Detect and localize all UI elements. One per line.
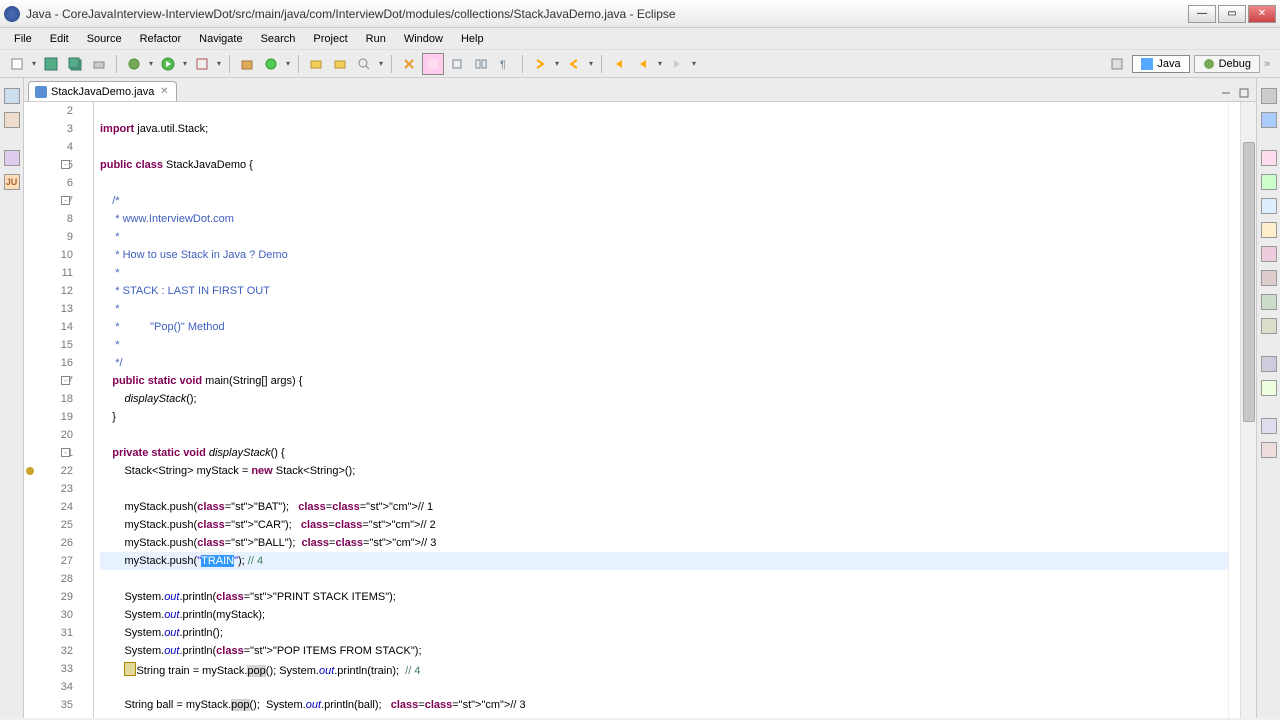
right-trim bbox=[1256, 78, 1280, 718]
toggle-mark-button[interactable] bbox=[398, 53, 420, 75]
minimize-view-icon[interactable] bbox=[1218, 85, 1234, 101]
perspective-more[interactable]: » bbox=[1264, 58, 1274, 70]
problems-icon[interactable] bbox=[1261, 150, 1277, 166]
menu-run[interactable]: Run bbox=[358, 31, 394, 47]
window-controls: — ▭ ✕ bbox=[1188, 5, 1276, 23]
run-last-dropdown[interactable]: ▾ bbox=[215, 59, 223, 68]
debug-perspective[interactable]: Debug bbox=[1194, 55, 1260, 73]
debug-button[interactable] bbox=[123, 53, 145, 75]
open-type-button[interactable] bbox=[305, 53, 327, 75]
code-editor[interactable]: 2345-67-891011121314151617-18192021-2223… bbox=[24, 102, 1256, 718]
prev-annotation-button[interactable] bbox=[563, 53, 585, 75]
run-last-button[interactable] bbox=[191, 53, 213, 75]
editor-tabs: StackJavaDemo.java ✕ bbox=[24, 78, 1256, 102]
outline-icon[interactable] bbox=[1261, 112, 1277, 128]
eclipse-icon bbox=[4, 6, 20, 22]
toggle-block-button[interactable] bbox=[446, 53, 468, 75]
menu-project[interactable]: Project bbox=[305, 31, 355, 47]
forward-dropdown[interactable]: ▾ bbox=[690, 59, 698, 68]
javadoc-icon[interactable] bbox=[1261, 174, 1277, 190]
new-class-dropdown[interactable]: ▾ bbox=[284, 59, 292, 68]
maximize-button[interactable]: ▭ bbox=[1218, 5, 1246, 23]
line-gutter[interactable]: 2345-67-891011121314151617-18192021-2223… bbox=[24, 102, 94, 718]
save-all-button[interactable] bbox=[64, 53, 86, 75]
tab-label: StackJavaDemo.java bbox=[51, 86, 154, 98]
variables-icon[interactable] bbox=[1261, 418, 1277, 434]
open-task-button[interactable] bbox=[329, 53, 351, 75]
editor-area: StackJavaDemo.java ✕ 2345-67-89101112131… bbox=[24, 78, 1256, 718]
menu-help[interactable]: Help bbox=[453, 31, 492, 47]
print-button[interactable] bbox=[88, 53, 110, 75]
coverage-icon[interactable] bbox=[1261, 356, 1277, 372]
search-icon[interactable] bbox=[1261, 270, 1277, 286]
debug-dropdown[interactable]: ▾ bbox=[147, 59, 155, 68]
close-button[interactable]: ✕ bbox=[1248, 5, 1276, 23]
palette-icon[interactable] bbox=[1261, 442, 1277, 458]
menubar: File Edit Source Refactor Navigate Searc… bbox=[0, 28, 1280, 50]
next-annotation-button[interactable] bbox=[529, 53, 551, 75]
new-button[interactable] bbox=[6, 53, 28, 75]
history-icon[interactable] bbox=[1261, 294, 1277, 310]
package-explorer-icon[interactable] bbox=[4, 88, 20, 104]
servers-icon[interactable] bbox=[1261, 246, 1277, 262]
overview-ruler[interactable] bbox=[1228, 102, 1240, 718]
back-dropdown[interactable]: ▾ bbox=[656, 59, 664, 68]
back-button[interactable] bbox=[632, 53, 654, 75]
navigator-icon[interactable] bbox=[4, 150, 20, 166]
titlebar: Java - CoreJavaInterview-InterviewDot/sr… bbox=[0, 0, 1280, 28]
menu-window[interactable]: Window bbox=[396, 31, 451, 47]
tab-close-icon[interactable]: ✕ bbox=[158, 86, 170, 98]
menu-source[interactable]: Source bbox=[79, 31, 130, 47]
window-title: Java - CoreJavaInterview-InterviewDot/sr… bbox=[26, 7, 1188, 21]
maximize-view-icon[interactable] bbox=[1236, 85, 1252, 101]
save-button[interactable] bbox=[40, 53, 62, 75]
show-whitespace-button[interactable] bbox=[470, 53, 492, 75]
new-class-button[interactable] bbox=[260, 53, 282, 75]
show-chars-button[interactable]: ¶ bbox=[494, 53, 516, 75]
toolbar: ▾ ▾ ▾ ▾ ▾ ▾ ¶ ▾ ▾ ▾ ▾ Java Debug » bbox=[0, 50, 1280, 78]
code-content[interactable]: import java.util.Stack;public class Stac… bbox=[94, 102, 1228, 718]
menu-refactor[interactable]: Refactor bbox=[132, 31, 190, 47]
menu-file[interactable]: File bbox=[6, 31, 40, 47]
open-perspective-button[interactable] bbox=[1106, 53, 1128, 75]
declaration-icon[interactable] bbox=[1261, 198, 1277, 214]
editor-tab[interactable]: StackJavaDemo.java ✕ bbox=[28, 81, 177, 101]
next-annotation-dropdown[interactable]: ▾ bbox=[553, 59, 561, 68]
new-package-button[interactable] bbox=[236, 53, 258, 75]
java-perspective[interactable]: Java bbox=[1132, 55, 1189, 73]
menu-search[interactable]: Search bbox=[253, 31, 304, 47]
left-trim: JU bbox=[0, 78, 24, 718]
snippets-icon[interactable] bbox=[1261, 318, 1277, 334]
junit-icon[interactable]: JU bbox=[4, 174, 20, 190]
run-button[interactable] bbox=[157, 53, 179, 75]
forward-button[interactable] bbox=[666, 53, 688, 75]
menu-edit[interactable]: Edit bbox=[42, 31, 77, 47]
menu-navigate[interactable]: Navigate bbox=[191, 31, 250, 47]
progress-icon[interactable] bbox=[1261, 380, 1277, 396]
console-icon[interactable] bbox=[1261, 222, 1277, 238]
vertical-scrollbar[interactable] bbox=[1240, 102, 1256, 718]
task-list-icon[interactable] bbox=[1261, 88, 1277, 104]
search-button[interactable] bbox=[353, 53, 375, 75]
toggle-highlight-button[interactable] bbox=[422, 53, 444, 75]
run-dropdown[interactable]: ▾ bbox=[181, 59, 189, 68]
java-file-icon bbox=[35, 86, 47, 98]
hierarchy-icon[interactable] bbox=[4, 112, 20, 128]
prev-annotation-dropdown[interactable]: ▾ bbox=[587, 59, 595, 68]
search-dropdown[interactable]: ▾ bbox=[377, 59, 385, 68]
svg-text:¶: ¶ bbox=[500, 59, 506, 71]
scrollbar-thumb[interactable] bbox=[1243, 142, 1255, 422]
minimize-button[interactable]: — bbox=[1188, 5, 1216, 23]
last-edit-button[interactable] bbox=[608, 53, 630, 75]
new-dropdown[interactable]: ▾ bbox=[30, 59, 38, 68]
